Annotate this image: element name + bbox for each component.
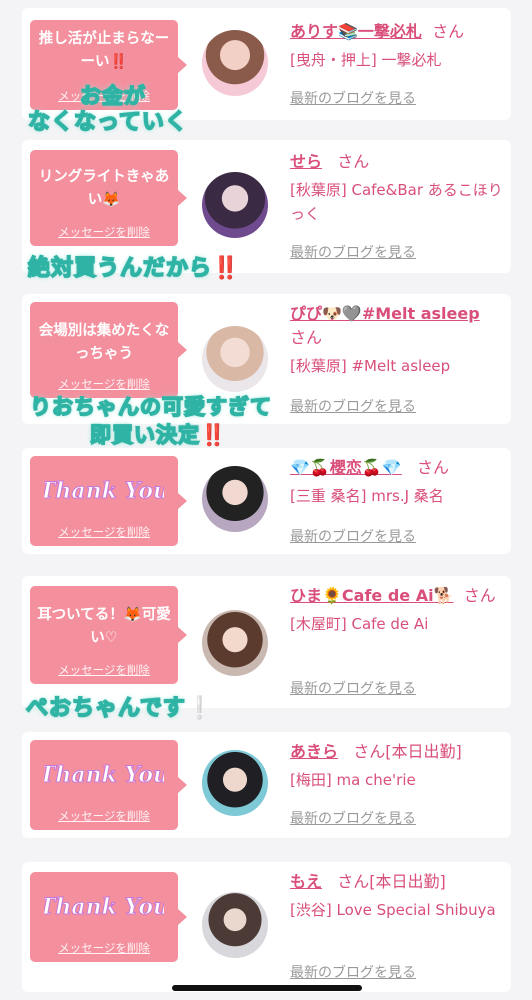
message-bubble: Thank You メッセージを削除: [30, 456, 187, 546]
latest-blog-link[interactable]: 最新のブログを見る: [290, 242, 416, 262]
working-today-status: [本日出勤]: [385, 742, 462, 761]
overlay-caption: ぺおちゃんです❕: [25, 695, 215, 722]
message-text: Thank You: [44, 762, 164, 788]
working-today-status: [本日出勤]: [369, 872, 446, 891]
delete-message-link[interactable]: メッセージを削除: [30, 808, 178, 824]
cheki-card: Thank You メッセージを削除 あきら さん[本日出勤] [梅田] ma …: [22, 732, 511, 838]
honorific: さん: [353, 742, 386, 761]
cast-name-link[interactable]: あきら: [290, 742, 338, 761]
message-bubble: Thank You メッセージを削除: [30, 872, 187, 962]
honorific: さん: [290, 328, 323, 347]
overlay-caption: 絶対買うんだから‼️: [27, 255, 241, 282]
overlay-caption: 即買い決定‼️: [89, 422, 228, 448]
shop-name: [三重 桑名] mrs.J 桑名: [290, 487, 444, 505]
avatar[interactable]: [202, 750, 268, 816]
delete-message-link[interactable]: メッセージを削除: [30, 940, 178, 956]
message-text: Thank You: [44, 894, 164, 920]
shop-name: [秋葉原] #Melt asleep: [290, 357, 451, 375]
avatar[interactable]: [202, 610, 268, 676]
message-text: 耳ついてる！🦊可愛い♡: [37, 607, 171, 646]
shop-name: [梅田] ma che'rie: [290, 771, 416, 789]
cast-name-link[interactable]: ぴぴ🐶🩶#Melt asleep: [290, 304, 480, 323]
cast-name-link[interactable]: 💎🍒櫻恋🍒💎: [290, 458, 402, 477]
honorific: さん: [463, 586, 496, 605]
honorific: さん: [416, 458, 449, 477]
shop-name: [秋葉原] Cafe&Bar あるこほりっく: [290, 181, 503, 223]
message-bubble: リングライトきゃあい🦊 メッセージを削除: [30, 150, 187, 246]
honorific: さん: [337, 872, 370, 891]
latest-blog-link[interactable]: 最新のブログを見る: [290, 678, 416, 698]
cast-name-link[interactable]: ひま🌻Cafe de Ai🐕: [290, 586, 454, 605]
cast-name-link[interactable]: もえ: [290, 872, 322, 891]
shop-name: [渋谷] Love Special Shibuya: [290, 901, 496, 919]
latest-blog-link[interactable]: 最新のブログを見る: [290, 962, 416, 982]
home-indicator[interactable]: [172, 985, 362, 991]
cheki-card: Thank You メッセージを削除 もえ さん[本日出勤] [渋谷] Love…: [22, 862, 511, 992]
message-bubble: 耳ついてる！🦊可愛い♡ メッセージを削除: [30, 586, 187, 684]
honorific: さん: [337, 152, 370, 171]
overlay-caption: お金が: [79, 83, 146, 109]
message-text: リングライトきゃあい🦊: [38, 169, 170, 208]
thank-you-sticker: Thank You: [44, 762, 164, 789]
cast-name-link[interactable]: ありす📚一撃必札: [290, 22, 422, 41]
avatar[interactable]: [202, 466, 268, 532]
message-bubble: 会場別は集めたくなっちゃう メッセージを削除: [30, 302, 187, 398]
overlay-caption: りおちゃんの可愛すぎて: [29, 394, 272, 420]
delete-message-link[interactable]: メッセージを削除: [30, 662, 178, 678]
thank-you-sticker: Thank You: [44, 894, 164, 921]
latest-blog-link[interactable]: 最新のブログを見る: [290, 526, 416, 546]
cheki-card: 耳ついてる！🦊可愛い♡ メッセージを削除 ひま🌻Cafe de Ai🐕 さん […: [22, 576, 511, 708]
overlay-caption: なくなっていく: [27, 109, 188, 136]
message-text: Thank You: [44, 478, 164, 504]
delete-message-link[interactable]: メッセージを削除: [30, 224, 178, 240]
avatar[interactable]: [202, 30, 268, 96]
honorific: さん: [432, 22, 465, 41]
cast-name-link[interactable]: せら: [290, 152, 322, 171]
message-bubble: Thank You メッセージを削除: [30, 740, 187, 830]
avatar[interactable]: [202, 326, 268, 392]
latest-blog-link[interactable]: 最新のブログを見る: [290, 396, 416, 416]
message-text: 推し活が止まらなーーい‼️: [38, 31, 170, 70]
shop-name: [木屋町] Cafe de Ai: [290, 615, 429, 633]
shop-name: [曳舟・押上] 一撃必札: [290, 51, 442, 69]
cheki-card: Thank You メッセージを削除 💎🍒櫻恋🍒💎 さん [三重 桑名] mrs…: [22, 448, 511, 554]
latest-blog-link[interactable]: 最新のブログを見る: [290, 808, 416, 828]
page: 推し活が止まらなーーい‼️ メッセージを削除 ありす📚一撃必札 さん [曳舟・押…: [0, 0, 532, 1000]
avatar[interactable]: [202, 172, 268, 238]
avatar[interactable]: [202, 892, 268, 958]
thank-you-sticker: Thank You: [44, 478, 164, 505]
delete-message-link[interactable]: メッセージを削除: [30, 524, 178, 540]
message-text: 会場別は集めたくなっちゃう: [38, 323, 170, 362]
latest-blog-link[interactable]: 最新のブログを見る: [290, 88, 416, 108]
delete-message-link[interactable]: メッセージを削除: [30, 376, 178, 392]
